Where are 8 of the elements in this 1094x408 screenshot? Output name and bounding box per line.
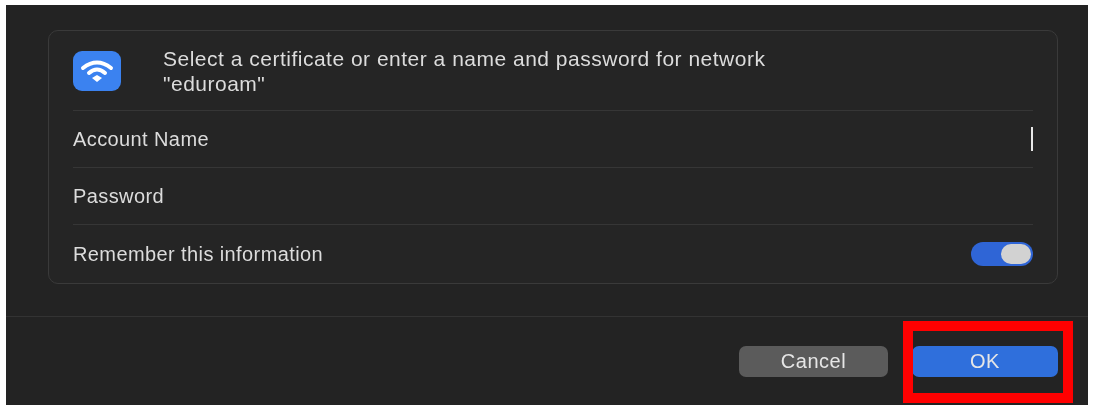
wifi-icon (73, 50, 121, 91)
toggle-label: Remember this information (73, 241, 324, 267)
ok-button[interactable]: OK (912, 345, 1058, 377)
cancel-button[interactable]: Cancel (739, 345, 888, 377)
toggle-switch[interactable] (971, 241, 1033, 266)
dialog-message: Select a certificate or enter a name and password for network "eduroam" (163, 45, 767, 96)
field-label: Account Name (73, 127, 209, 152)
field-label: Password (73, 184, 164, 209)
